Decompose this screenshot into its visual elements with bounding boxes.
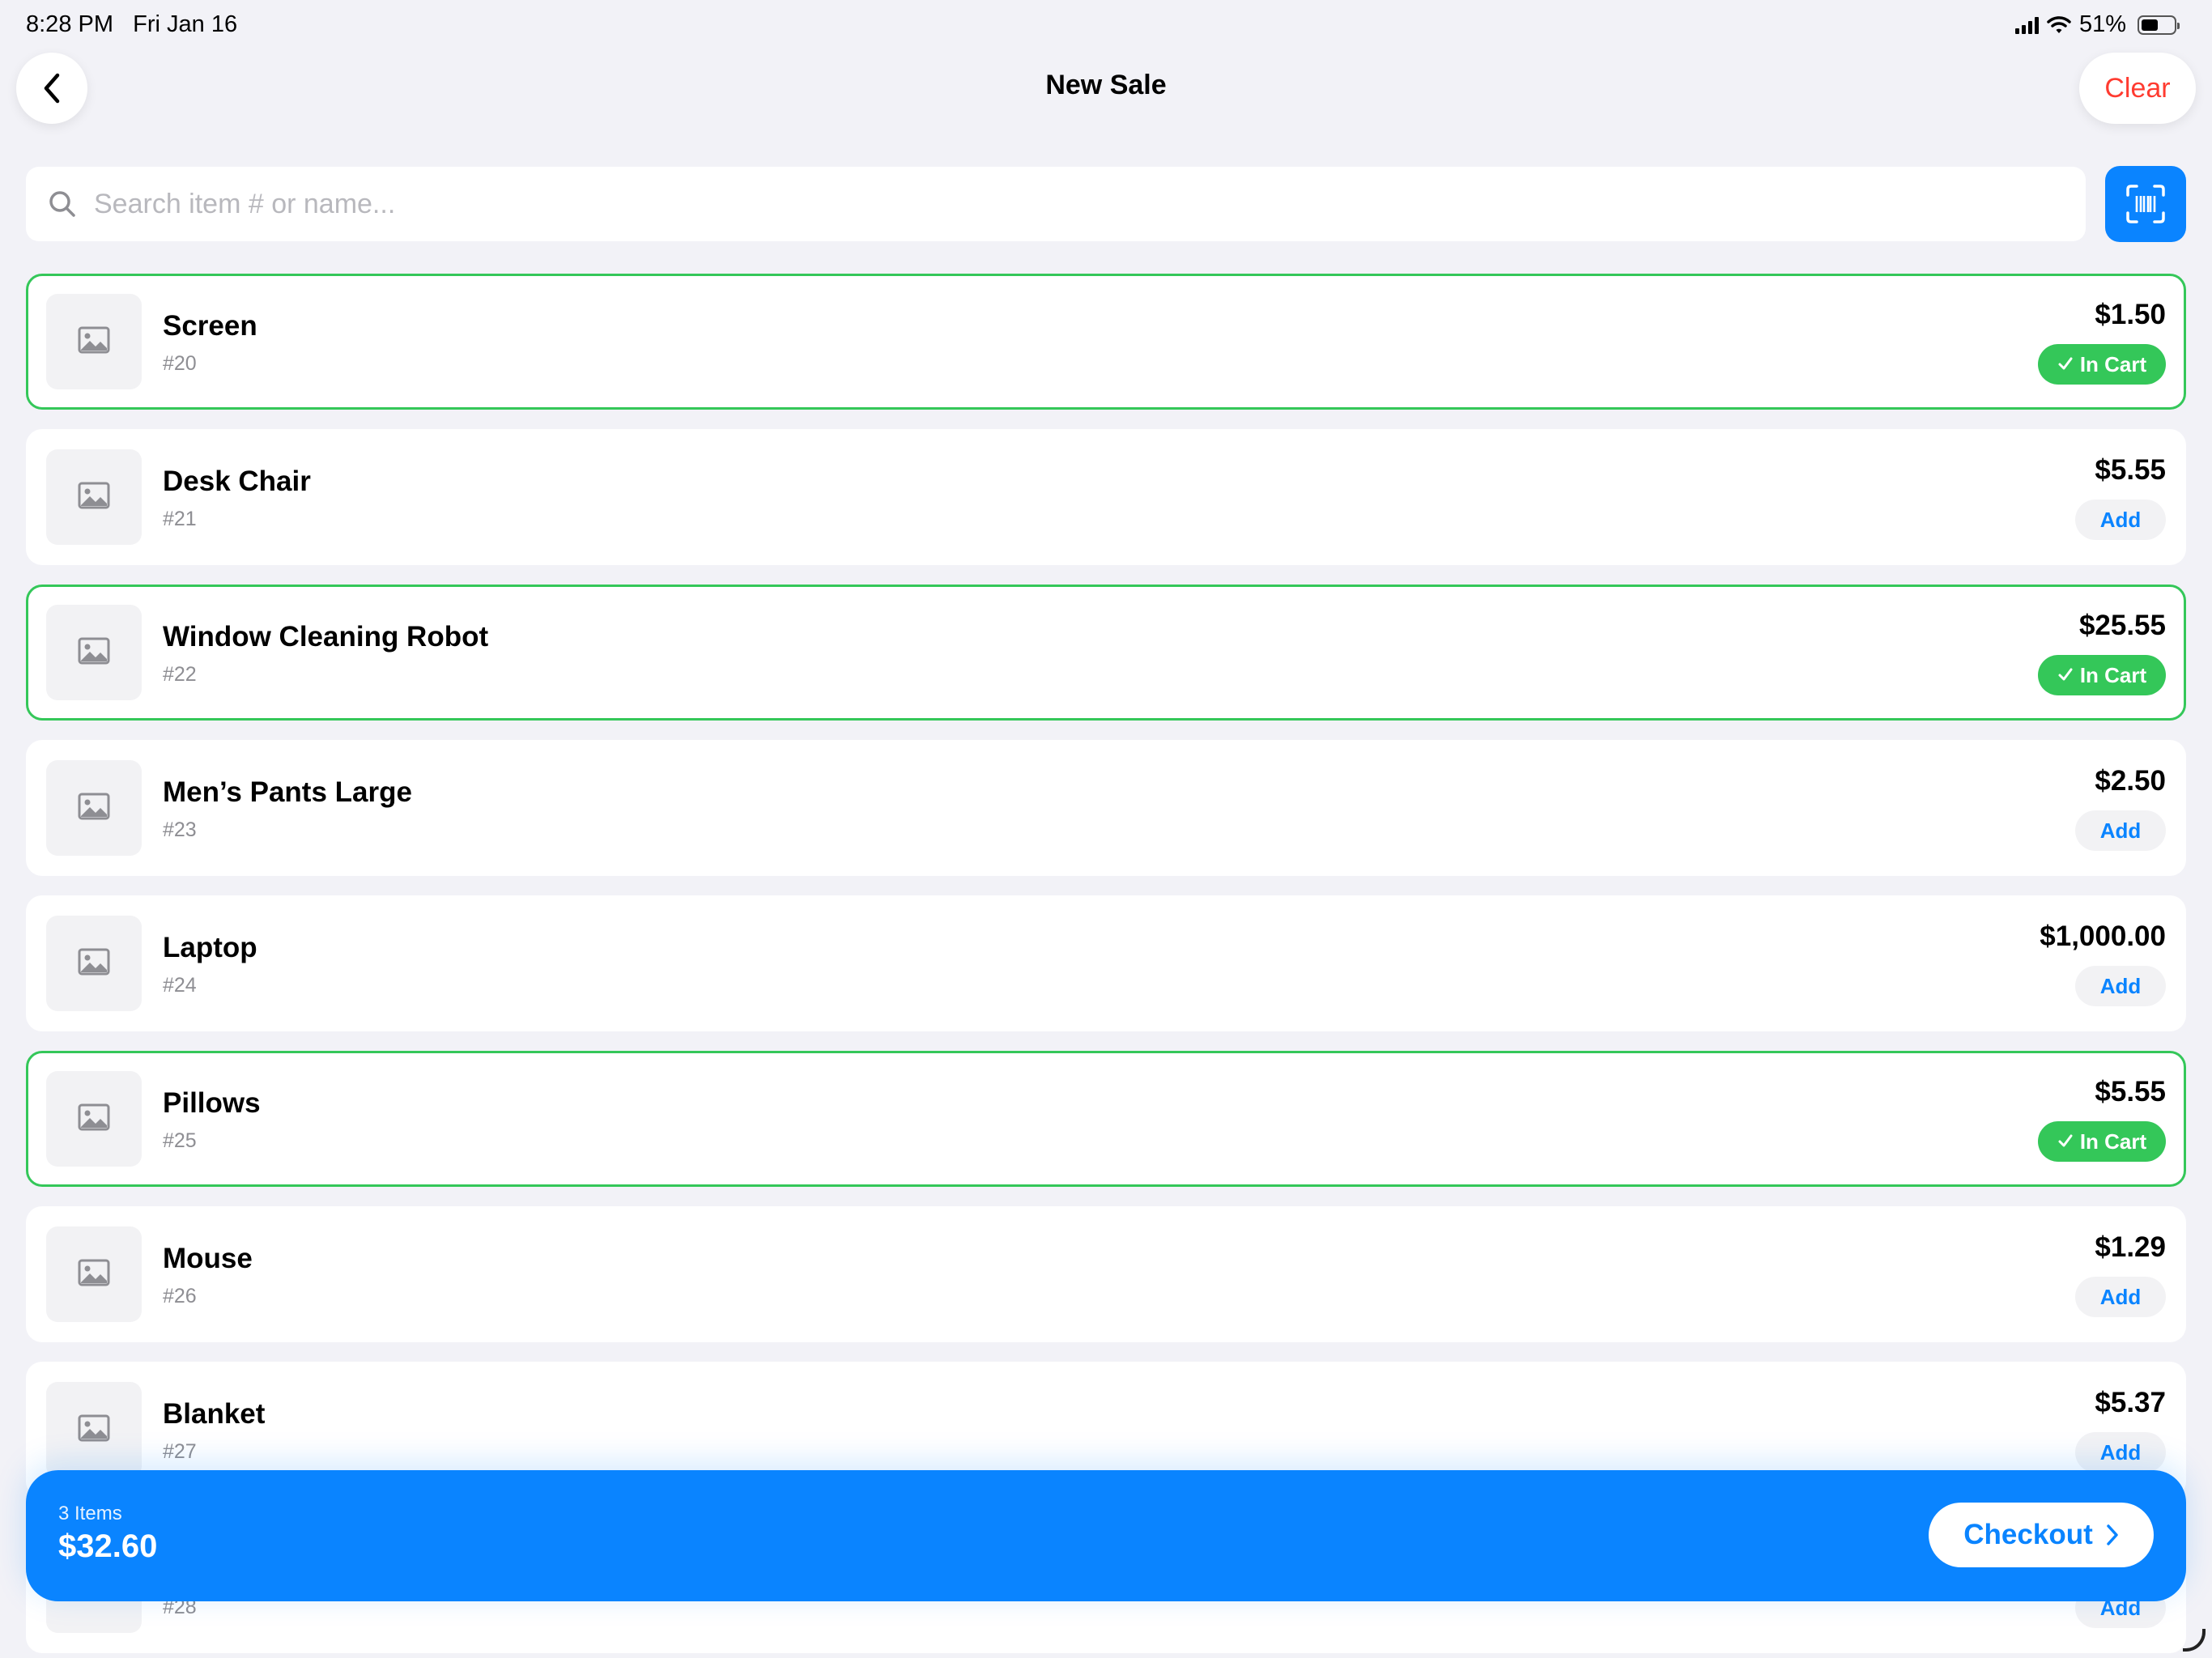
checkmark-icon [2057,1129,2074,1154]
in-cart-label: In Cart [2079,1129,2147,1154]
item-number: #25 [163,1129,197,1152]
cart-total: $32.60 [58,1528,158,1564]
image-placeholder-icon [78,1259,110,1290]
in-cart-badge[interactable]: In Cart [2038,344,2166,385]
item-thumbnail [46,294,142,389]
item-price: $5.55 [2095,454,2166,486]
image-placeholder-icon [78,948,110,980]
item-price: $1,000.00 [2040,920,2166,952]
item-name: Blanket [163,1398,266,1430]
add-button[interactable]: Add [2075,1277,2166,1317]
item-name: Desk Chair [163,466,311,497]
image-placeholder-icon [78,793,110,824]
item-price: $2.50 [2095,765,2166,797]
item-price: $5.37 [2095,1387,2166,1418]
item-name: Pillows [163,1087,261,1119]
item-thumbnail [46,449,142,545]
item-name: Screen [163,310,257,342]
in-cart-badge[interactable]: In Cart [2038,1121,2166,1162]
item-row[interactable]: Desk Chair #21 $5.55 Add [26,429,2186,565]
add-button[interactable]: Add [2075,500,2166,540]
checkout-bar: 3 Items $32.60 Checkout [26,1470,2186,1601]
image-placeholder-icon [78,1414,110,1446]
item-row[interactable]: Laptop #24 $1,000.00 Add [26,895,2186,1031]
item-name: Laptop [163,932,257,963]
item-thumbnail [46,1071,142,1167]
add-button[interactable]: Add [2075,810,2166,851]
checkout-label: Checkout [1963,1519,2093,1550]
add-button[interactable]: Add [2075,1432,2166,1473]
checkmark-icon [2057,663,2074,688]
in-cart-badge[interactable]: In Cart [2038,655,2166,695]
item-name: Mouse [163,1243,253,1274]
image-placeholder-icon [78,637,110,669]
item-thumbnail [46,605,142,700]
item-number: #21 [163,508,197,530]
item-price: $5.55 [2095,1076,2166,1107]
item-price: $25.55 [2078,610,2166,641]
item-thumbnail [46,1382,142,1477]
cart-item-count: 3 Items [58,1503,122,1524]
item-number: #27 [163,1440,197,1463]
item-number: #22 [163,663,197,686]
in-cart-label: In Cart [2079,351,2147,376]
item-row[interactable]: Pillows #25 $5.55 In Cart [26,1051,2186,1187]
checkmark-icon [2057,352,2074,377]
add-button[interactable]: Add [2075,966,2166,1006]
item-thumbnail [46,916,142,1011]
item-list: Screen #20 $1.50 In Cart Desk Chair #21 $5.55 A… [0,0,2212,1658]
item-number: #20 [163,352,197,375]
chevron-right-icon [2106,1524,2118,1545]
image-placeholder-icon [78,482,110,513]
item-number: #26 [163,1285,197,1307]
item-row[interactable]: Screen #20 $1.50 In Cart [26,274,2186,410]
item-name: Window Cleaning Robot [163,621,489,653]
image-placeholder-icon [78,326,110,358]
item-thumbnail [46,760,142,856]
item-thumbnail [46,1226,142,1322]
checkout-button[interactable]: Checkout [1929,1503,2154,1567]
item-row[interactable]: Window Cleaning Robot #22 $25.55 In Cart [26,585,2186,721]
in-cart-label: In Cart [2079,662,2147,687]
item-price: $1.50 [2095,299,2166,330]
item-row[interactable]: Men’s Pants Large #23 $2.50 Add [26,740,2186,876]
item-name: Men’s Pants Large [163,776,412,808]
item-price: $1.29 [2095,1231,2166,1263]
item-number: #23 [163,818,197,841]
item-row[interactable]: Mouse #26 $1.29 Add [26,1206,2186,1342]
image-placeholder-icon [78,1103,110,1135]
item-number: #24 [163,974,197,997]
